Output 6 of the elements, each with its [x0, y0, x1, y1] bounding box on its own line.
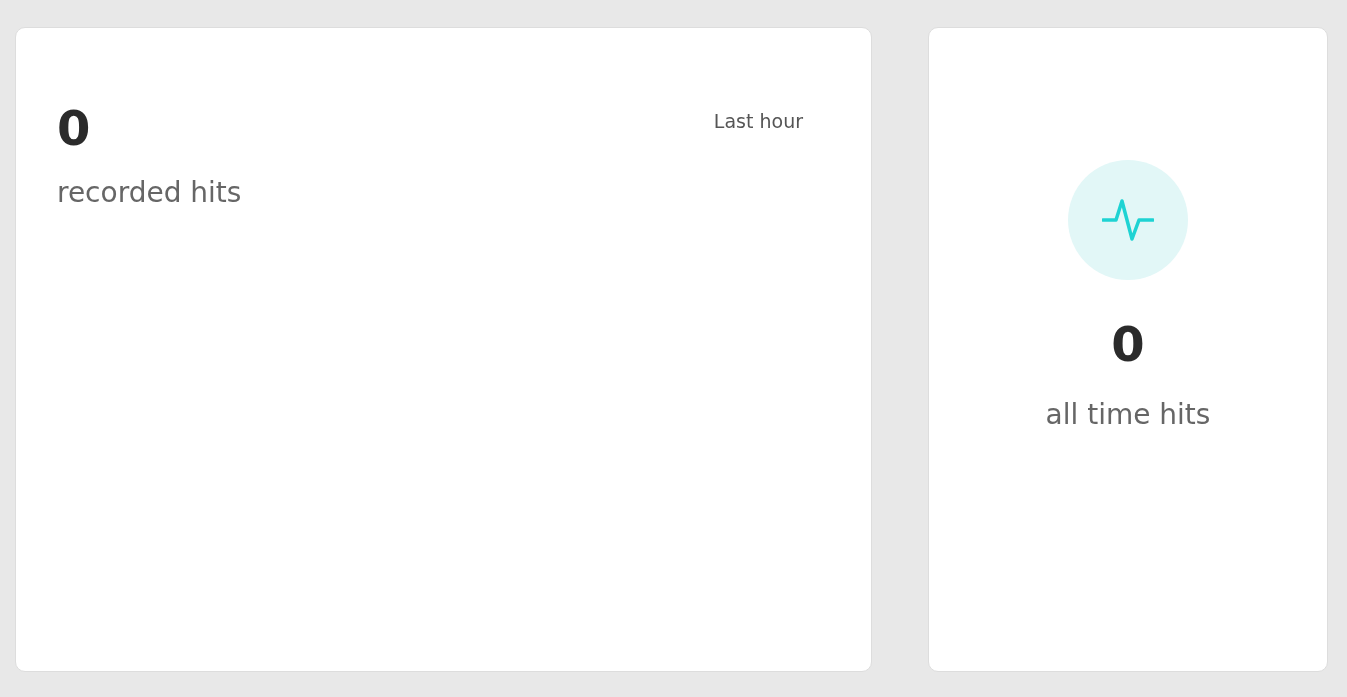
hits-count: 0 [57, 104, 91, 152]
hits-count: 0 [1111, 320, 1145, 368]
hits-label: recorded hits [57, 176, 242, 209]
period-selector[interactable]: Last hour [713, 110, 803, 132]
hits-label: all time hits [1045, 398, 1211, 431]
pulse-icon [1102, 197, 1154, 243]
